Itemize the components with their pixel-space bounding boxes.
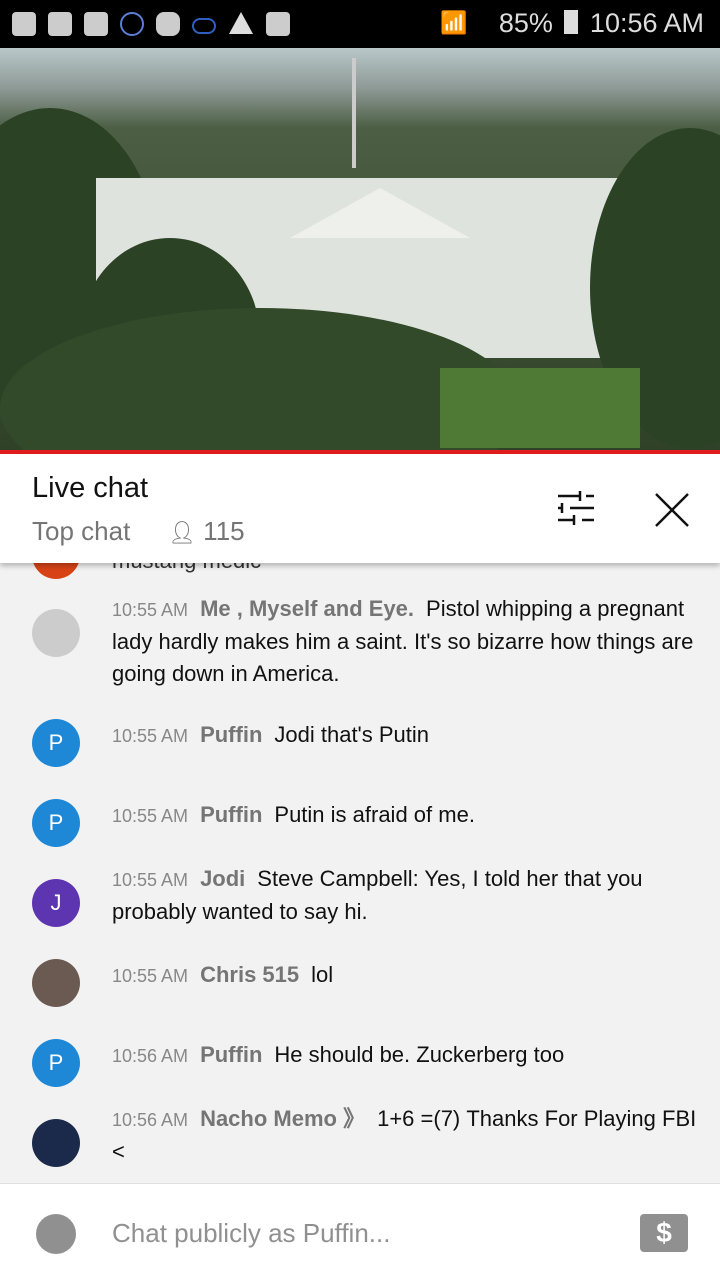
super-chat-icon[interactable]: $ bbox=[640, 1214, 688, 1252]
message-body: 10:55 AM Chris 515 lol bbox=[112, 959, 702, 992]
timestamp: 10:56 AM bbox=[112, 1046, 189, 1066]
message-body: 10:56 AM Nacho Memo 》 1+6 =(7) Thanks For … bbox=[112, 1103, 702, 1168]
youtube-icon bbox=[48, 12, 72, 36]
warning-icon bbox=[229, 12, 253, 34]
timestamp: 10:55 AM bbox=[112, 806, 189, 826]
partial-author: mustang medic bbox=[112, 563, 702, 577]
timestamp: 10:55 AM bbox=[112, 600, 189, 620]
video-player[interactable] bbox=[0, 48, 720, 450]
chat-message-list[interactable]: mustang medic 10:55 AM Me , Myself and Ey… bbox=[0, 563, 720, 1183]
person-icon: 👤︎ bbox=[168, 520, 196, 545]
chat-input-bar: Chat publicly as Puffin... $ bbox=[0, 1183, 720, 1280]
author-name[interactable]: Puffin bbox=[200, 1042, 262, 1067]
timestamp: 10:55 AM bbox=[112, 726, 189, 746]
author-name[interactable]: Chris 515 bbox=[200, 962, 299, 987]
avatar[interactable]: J bbox=[32, 879, 80, 927]
pokeball-icon bbox=[120, 12, 144, 36]
avatar[interactable]: P bbox=[32, 1039, 80, 1087]
close-icon[interactable] bbox=[652, 490, 692, 530]
lawn bbox=[440, 368, 640, 448]
avatar[interactable] bbox=[32, 959, 80, 1007]
cloud-icon bbox=[192, 18, 216, 34]
viewer-count-value: 115 bbox=[203, 516, 245, 546]
wifi-icon: 📶 bbox=[440, 10, 468, 35]
message-text: Steve Campbell: Yes, I told her that you… bbox=[112, 866, 643, 924]
message-text: Jodi that's Putin bbox=[274, 722, 430, 747]
folder-icon bbox=[12, 12, 36, 36]
author-name[interactable]: Jodi bbox=[200, 866, 245, 891]
message-text: Putin is afraid of me. bbox=[274, 802, 475, 827]
avatar[interactable]: P bbox=[32, 799, 80, 847]
author-name[interactable]: Me , Myself and Eye. bbox=[200, 596, 414, 621]
author-name[interactable]: Nacho Memo 》 bbox=[200, 1106, 365, 1131]
author-name[interactable]: Puffin bbox=[200, 802, 262, 827]
timestamp: 10:55 AM bbox=[112, 966, 189, 986]
battery-icon bbox=[564, 10, 579, 34]
message-body: 10:55 AM Puffin Jodi that's Putin bbox=[112, 719, 702, 752]
chat-mode-dropdown[interactable]: Top chat bbox=[32, 516, 130, 547]
message-body: 10:55 AM Puffin Putin is afraid of me. bbox=[112, 799, 702, 832]
message-body: 10:56 AM Puffin He should be. Zuckerberg t… bbox=[112, 1039, 702, 1072]
status-bar: 📶 85% 10:56 AM bbox=[0, 0, 720, 48]
status-text: 85% 10:56 AM bbox=[499, 8, 704, 39]
chat-title: Live chat bbox=[32, 472, 149, 504]
image-icon bbox=[266, 12, 290, 36]
avatar bbox=[32, 563, 80, 579]
chat-header: Live chat Top chat 👤︎ 115 bbox=[0, 454, 720, 563]
flagpole bbox=[352, 58, 356, 168]
message-body: 10:55 AM Me , Myself and Eye. Pistol whipp… bbox=[112, 593, 702, 690]
timestamp: 10:56 AM bbox=[112, 1110, 189, 1130]
battery-percent: 85% bbox=[498, 8, 553, 38]
avatar[interactable] bbox=[32, 1119, 80, 1167]
m-app-icon bbox=[156, 12, 180, 36]
author-name[interactable]: Puffin bbox=[200, 722, 262, 747]
emoji-icon[interactable] bbox=[36, 1214, 76, 1254]
timestamp: 10:55 AM bbox=[112, 870, 189, 890]
chat-input[interactable]: Chat publicly as Puffin... bbox=[112, 1218, 390, 1249]
message-body: 10:55 AM Jodi Steve Campbell: Yes, I told … bbox=[112, 863, 702, 928]
clock: 10:56 AM bbox=[589, 8, 704, 38]
message-text: He should be. Zuckerberg too bbox=[274, 1042, 565, 1067]
avatar[interactable] bbox=[32, 609, 80, 657]
filter-settings-icon[interactable] bbox=[556, 490, 596, 526]
youtube-icon bbox=[84, 12, 108, 36]
avatar[interactable]: P bbox=[32, 719, 80, 767]
message-text: lol bbox=[311, 962, 334, 987]
viewer-count: 👤︎ 115 bbox=[168, 516, 245, 547]
